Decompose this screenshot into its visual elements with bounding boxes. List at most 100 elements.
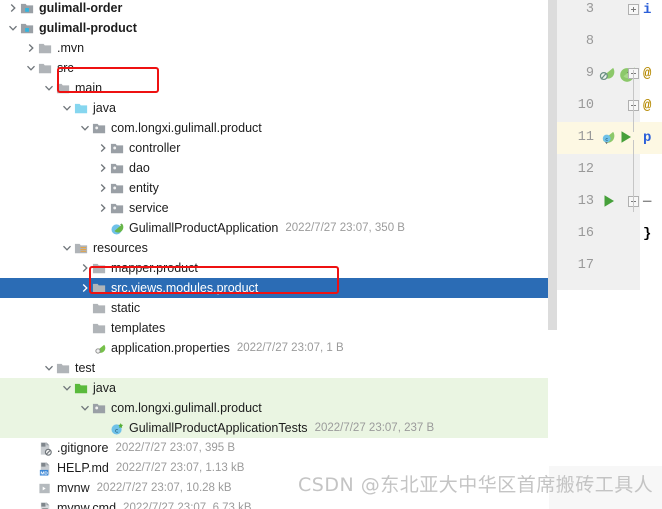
tree-row[interactable]: .mvn bbox=[0, 38, 548, 58]
code-fragment: @ bbox=[643, 98, 652, 114]
code-fragment: } bbox=[643, 226, 652, 242]
tree-row-label: src bbox=[57, 61, 74, 75]
chevron-down-icon[interactable] bbox=[42, 358, 55, 378]
tree-row-meta: 2022/7/27 23:07, 237 B bbox=[314, 422, 435, 434]
spring-class-bean-icon[interactable]: c bbox=[597, 129, 616, 153]
module-folder-icon bbox=[19, 0, 36, 18]
tree-row[interactable]: dao bbox=[0, 158, 548, 178]
line-number: 8 bbox=[585, 34, 594, 49]
line-number: 10 bbox=[577, 98, 594, 113]
tree-row[interactable]: com.longxi.gulimall.product bbox=[0, 398, 548, 418]
chevron-down-icon[interactable] bbox=[6, 18, 19, 38]
tree-row-label: static bbox=[111, 301, 141, 315]
folder-icon bbox=[91, 258, 108, 278]
tree-row-label: mapper.product bbox=[111, 261, 198, 275]
tree-row[interactable]: src bbox=[0, 58, 548, 78]
tree-row-meta: 2022/7/27 23:07, 6.73 kB bbox=[123, 502, 252, 509]
tree-row[interactable]: service bbox=[0, 198, 548, 218]
folder-icon bbox=[91, 318, 108, 338]
tree-row-label: .gitignore bbox=[57, 441, 109, 455]
tree-row[interactable]: templates bbox=[0, 318, 548, 338]
chevron-right-icon[interactable] bbox=[78, 278, 91, 298]
line-number: 16 bbox=[577, 226, 594, 241]
chevron-down-icon[interactable] bbox=[60, 238, 73, 258]
run-configuration-icon[interactable] bbox=[618, 129, 634, 150]
tree-row[interactable]: c GulimallProductApplicationTests 2022/7/2… bbox=[0, 418, 548, 438]
fold-expand-icon[interactable] bbox=[628, 4, 639, 15]
chevron-down-icon[interactable] bbox=[78, 398, 91, 418]
tree-row-label: .mvn bbox=[57, 41, 85, 55]
package-icon bbox=[91, 118, 108, 138]
code-fragment: @ bbox=[643, 66, 652, 82]
chevron-right-icon[interactable] bbox=[96, 138, 109, 158]
chevron-right-icon[interactable] bbox=[78, 258, 91, 278]
tree-row[interactable]: java bbox=[0, 98, 548, 118]
gitignore-file-icon bbox=[37, 438, 54, 458]
editor-panel[interactable]: 3 i 8 9 @10 @11 c p 12 13 — 16} 17 bbox=[557, 0, 662, 509]
package-icon bbox=[109, 198, 126, 218]
chevron-down-icon[interactable] bbox=[24, 58, 37, 78]
tree-row-label: mvnw bbox=[57, 481, 90, 495]
tree-row[interactable]: application.properties 2022/7/27 23:07, 1… bbox=[0, 338, 548, 358]
tree-row-label: test bbox=[75, 361, 96, 375]
chevron-down-icon[interactable] bbox=[78, 118, 91, 138]
chevron-down-icon[interactable] bbox=[60, 378, 73, 398]
folder-icon bbox=[55, 358, 72, 378]
project-tree-panel[interactable]: gulimall-order gulimall-product .mvn src mai… bbox=[0, 0, 548, 509]
chevron-down-icon[interactable] bbox=[60, 98, 73, 118]
tree-row-label: controller bbox=[129, 141, 181, 155]
svg-text:MD: MD bbox=[40, 471, 48, 476]
chevron-right-icon[interactable] bbox=[24, 38, 37, 58]
tree-row[interactable]: src.views.modules.product bbox=[0, 278, 548, 298]
test-class-icon: c bbox=[109, 418, 126, 438]
spring-bean-search-icon[interactable] bbox=[597, 65, 616, 89]
tree-row-label: com.longxi.gulimall.product bbox=[111, 121, 262, 135]
code-fragment: i bbox=[643, 2, 652, 18]
csdn-watermark: CSDN @东北亚大中华区首席搬砖工具人 bbox=[298, 474, 654, 496]
tree-row[interactable]: controller bbox=[0, 138, 548, 158]
spring-class-icon bbox=[109, 218, 126, 238]
svg-text:c: c bbox=[605, 137, 608, 143]
tree-row[interactable]: main bbox=[0, 78, 548, 98]
tree-row[interactable]: entity bbox=[0, 178, 548, 198]
tree-row[interactable]: static bbox=[0, 298, 548, 318]
tree-row[interactable]: gulimall-order bbox=[0, 0, 548, 18]
tree-row[interactable]: GulimallProductApplication 2022/7/27 23:0… bbox=[0, 218, 548, 238]
chevron-right-icon[interactable] bbox=[96, 158, 109, 178]
tree-row-label: HELP.md bbox=[57, 461, 109, 475]
line-number: 12 bbox=[577, 162, 594, 177]
tree-row[interactable]: java bbox=[0, 378, 548, 398]
chevron-right-icon[interactable] bbox=[96, 198, 109, 218]
module-folder-icon bbox=[19, 18, 36, 38]
vertical-scrollbar[interactable] bbox=[548, 0, 557, 330]
tree-row-label: GulimallProductApplicationTests bbox=[129, 421, 308, 435]
tree-row[interactable]: mapper.product bbox=[0, 258, 548, 278]
code-fragment: — bbox=[643, 194, 652, 210]
chevron-down-icon[interactable] bbox=[42, 78, 55, 98]
tree-row-label: gulimall-order bbox=[39, 1, 123, 15]
tree-row[interactable]: com.longxi.gulimall.product bbox=[0, 118, 548, 138]
line-number: 13 bbox=[577, 194, 594, 209]
tree-row[interactable]: test bbox=[0, 358, 548, 378]
chevron-right-icon[interactable] bbox=[96, 178, 109, 198]
tree-row-meta: 2022/7/27 23:07, 10.28 kB bbox=[96, 482, 232, 494]
tree-row-label: dao bbox=[129, 161, 150, 175]
tree-row-meta: 2022/7/27 23:07, 1 B bbox=[236, 342, 344, 354]
tree-row[interactable]: gulimall-product bbox=[0, 18, 548, 38]
run-method-icon[interactable] bbox=[601, 193, 617, 214]
folder-icon bbox=[91, 298, 108, 318]
tree-row-meta: 2022/7/27 23:07, 350 B bbox=[285, 222, 405, 234]
chevron-right-icon[interactable] bbox=[6, 0, 19, 18]
tree-row-label: main bbox=[75, 81, 103, 95]
tree-row[interactable]: resources bbox=[0, 238, 548, 258]
tree-row-label: templates bbox=[111, 321, 166, 335]
tree-row-label: application.properties bbox=[111, 341, 230, 355]
tree-row[interactable]: mvnw.cmd 2022/7/27 23:07, 6.73 kB bbox=[0, 498, 548, 509]
tree-row[interactable]: .gitignore 2022/7/27 23:07, 395 B bbox=[0, 438, 548, 458]
shell-script-file-icon bbox=[37, 478, 54, 498]
